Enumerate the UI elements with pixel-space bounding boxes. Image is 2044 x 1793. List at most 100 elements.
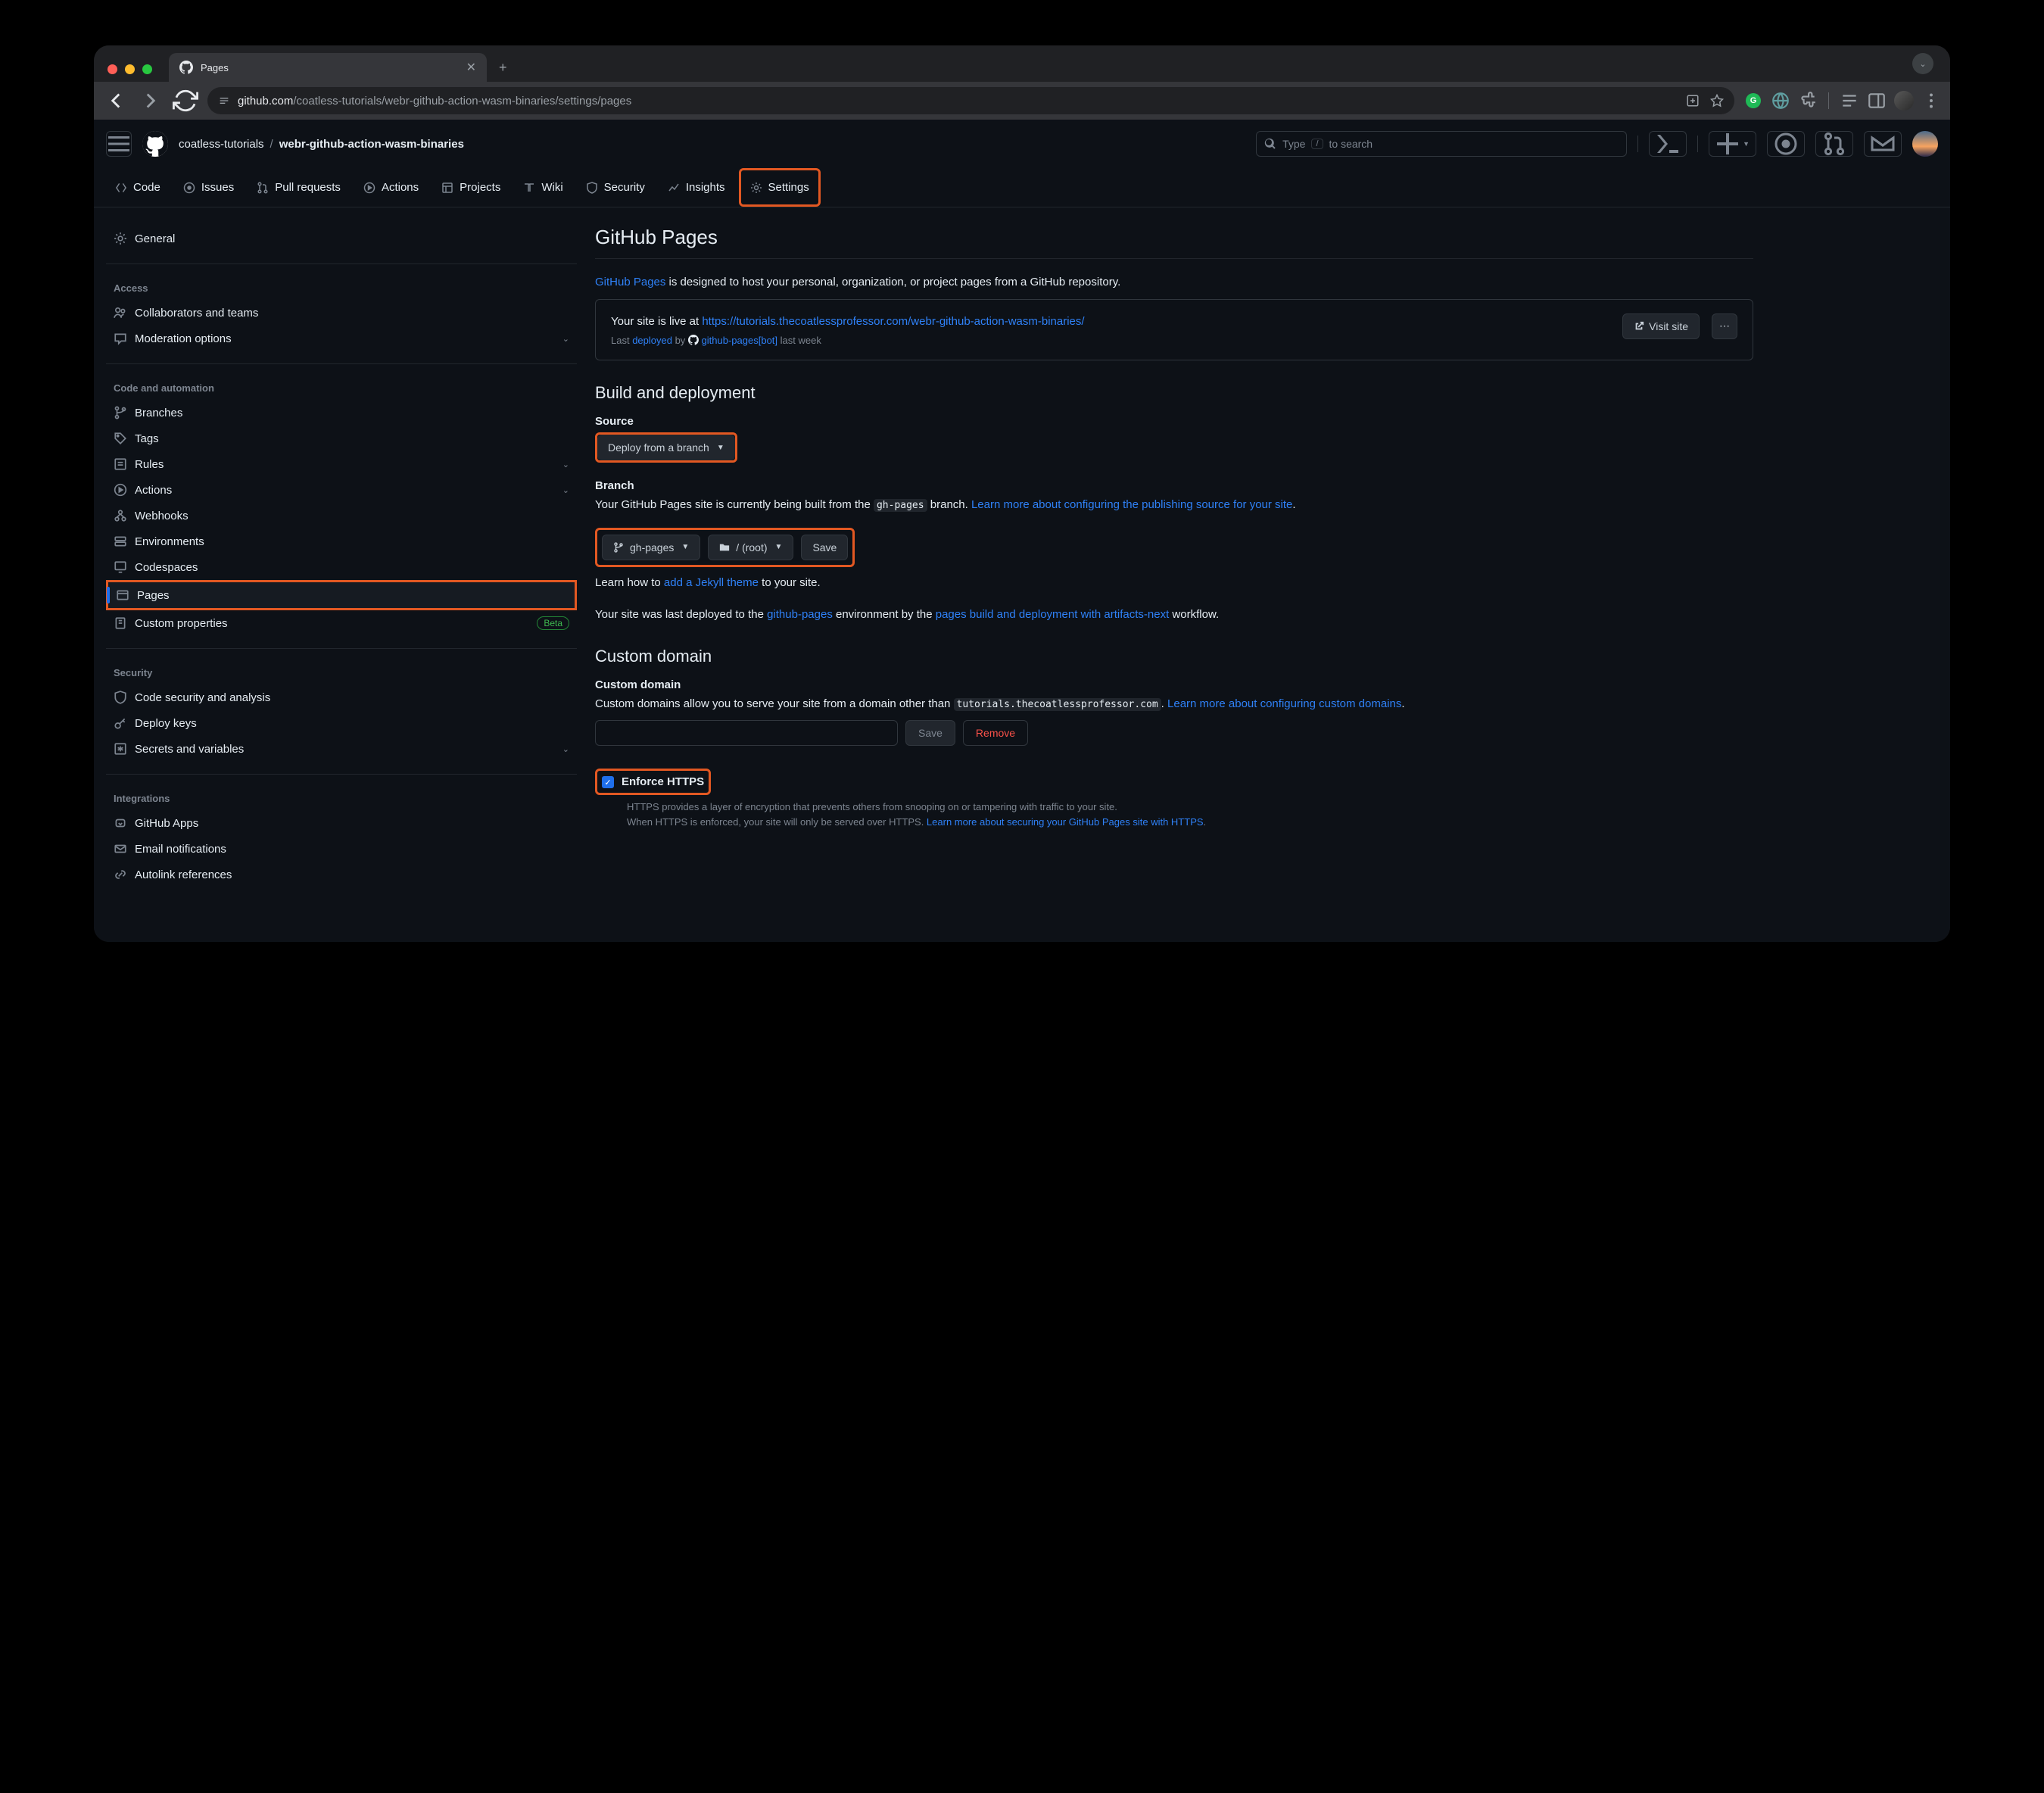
enforce-https-checkbox[interactable]: ✓ [602, 776, 614, 788]
branch-dropdown[interactable]: gh-pages ▼ [602, 535, 700, 560]
browser-tab-bar: Pages ✕ + ⌄ [94, 45, 1950, 82]
sidebar-item-collaborators[interactable]: Collaborators and teams [106, 300, 577, 326]
sidebar-item-general[interactable]: General [106, 226, 577, 251]
deployed-link[interactable]: deployed [632, 335, 672, 346]
browser-window: Pages ✕ + ⌄ github.com/coatless-tutorial… [94, 45, 1950, 942]
sidebar-item-environments[interactable]: Environments [106, 529, 577, 554]
tab-settings[interactable]: Settings [739, 168, 821, 207]
forward-button[interactable] [138, 88, 164, 114]
domain-remove-button[interactable]: Remove [963, 720, 1028, 746]
visit-site-button[interactable]: Visit site [1622, 313, 1700, 339]
tab-security[interactable]: Security [577, 168, 654, 207]
sidebar-item-moderation[interactable]: Moderation options⌄ [106, 326, 577, 351]
reading-list-icon[interactable] [1840, 91, 1859, 111]
sidebar-item-codespaces[interactable]: Codespaces [106, 554, 577, 580]
url-field[interactable]: github.com/coatless-tutorials/webr-githu… [207, 87, 1734, 114]
gear-icon [114, 232, 127, 245]
install-app-icon[interactable] [1686, 94, 1700, 108]
workflow-link[interactable]: pages build and deployment with artifact… [936, 608, 1170, 621]
tab-actions[interactable]: Actions [354, 168, 428, 207]
issues-button[interactable] [1767, 131, 1805, 157]
sidebar-item-email-notifications[interactable]: Email notifications [106, 836, 577, 862]
hamburger-menu-button[interactable] [106, 131, 132, 157]
https-help-text: HTTPS provides a layer of encryption tha… [595, 800, 1753, 829]
sidebar-item-pages[interactable]: Pages [106, 580, 577, 610]
window-maximize-button[interactable] [142, 64, 152, 74]
github-pages-link[interactable]: GitHub Pages [595, 276, 665, 288]
sidebar-item-github-apps[interactable]: GitHub Apps [106, 810, 577, 836]
breadcrumb-repo[interactable]: webr-github-action-wasm-binaries [279, 138, 464, 151]
tab-insights[interactable]: Insights [659, 168, 734, 207]
sidebar-item-branches[interactable]: Branches [106, 400, 577, 426]
pull-requests-button[interactable] [1815, 131, 1853, 157]
sidebar-item-actions[interactable]: Actions⌄ [106, 477, 577, 503]
extensions-menu-icon[interactable] [1798, 91, 1818, 111]
site-settings-icon[interactable] [218, 95, 230, 107]
tabs-dropdown[interactable]: ⌄ [1912, 53, 1941, 82]
extension-globe-icon[interactable] [1771, 91, 1790, 111]
custom-domain-learn-link[interactable]: Learn more about configuring custom doma… [1167, 697, 1401, 710]
create-new-dropdown[interactable]: ▼ [1709, 131, 1756, 157]
branch-label: Branch [595, 479, 1753, 492]
github-page: coatless-tutorials / webr-github-action-… [94, 120, 1950, 942]
jekyll-theme-link[interactable]: add a Jekyll theme [664, 576, 759, 589]
search-input[interactable]: Type / to search [1256, 131, 1627, 157]
tab-code[interactable]: Code [106, 168, 170, 207]
domain-save-button[interactable]: Save [905, 720, 955, 746]
github-logo-icon[interactable] [142, 131, 168, 157]
reload-button[interactable] [173, 88, 198, 114]
live-site-link[interactable]: https://tutorials.thecoatlessprofessor.c… [702, 315, 1084, 328]
custom-domain-input[interactable] [595, 720, 898, 746]
window-minimize-button[interactable] [125, 64, 135, 74]
deployed-by-link[interactable]: github-pages[bot] [702, 335, 777, 346]
enforce-https-label[interactable]: Enforce HTTPS [622, 775, 704, 788]
code-icon [115, 182, 127, 194]
browser-tab[interactable]: Pages ✕ [169, 53, 487, 82]
settings-sidebar: General Access Collaborators and teams M… [106, 226, 577, 912]
branch-learn-more-link[interactable]: Learn more about configuring the publish… [971, 498, 1292, 511]
tab-issues[interactable]: Issues [174, 168, 243, 207]
sidebar-item-webhooks[interactable]: Webhooks [106, 503, 577, 529]
caret-down-icon: ▼ [717, 444, 724, 452]
browser-menu-icon[interactable] [1921, 91, 1941, 111]
site-actions-menu[interactable]: ⋯ [1712, 313, 1737, 339]
shield-icon [586, 182, 598, 194]
deployment-status: Your site was last deployed to the githu… [595, 607, 1753, 624]
extension-grammarly-icon[interactable]: G [1743, 91, 1763, 111]
https-learn-more-link[interactable]: Learn more about securing your GitHub Pa… [927, 816, 1204, 828]
tab-pull-requests[interactable]: Pull requests [248, 168, 350, 207]
command-palette-button[interactable] [1649, 131, 1687, 157]
pull-request-icon [257, 182, 269, 194]
codespaces-icon [114, 560, 127, 574]
tab-close-icon[interactable]: ✕ [466, 60, 476, 75]
profile-avatar[interactable] [1894, 91, 1914, 111]
source-dropdown[interactable]: Deploy from a branch ▼ [597, 435, 735, 460]
github-favicon-icon [179, 61, 193, 74]
user-avatar[interactable] [1912, 131, 1938, 157]
bookmark-star-icon[interactable] [1710, 94, 1724, 108]
sidebar-heading-automation: Code and automation [106, 376, 577, 400]
window-close-button[interactable] [107, 64, 117, 74]
tab-wiki[interactable]: Wiki [514, 168, 572, 207]
jekyll-hint: Learn how to add a Jekyll theme to your … [595, 575, 1753, 592]
sidebar-item-code-security[interactable]: Code security and analysis [106, 684, 577, 710]
notifications-button[interactable] [1864, 131, 1902, 157]
breadcrumb-owner[interactable]: coatless-tutorials [179, 138, 264, 151]
side-panel-icon[interactable] [1867, 91, 1887, 111]
sidebar-item-secrets[interactable]: Secrets and variables⌄ [106, 736, 577, 762]
webhook-icon [114, 509, 127, 522]
sidebar-item-deploy-keys[interactable]: Deploy keys [106, 710, 577, 736]
rules-icon [114, 457, 127, 471]
folder-dropdown[interactable]: / (root) ▼ [708, 535, 793, 560]
new-tab-button[interactable]: + [494, 60, 515, 82]
sidebar-item-rules[interactable]: Rules⌄ [106, 451, 577, 477]
sidebar-item-autolink[interactable]: Autolink references [106, 862, 577, 887]
back-button[interactable] [103, 88, 129, 114]
comment-icon [114, 332, 127, 345]
server-icon [114, 535, 127, 548]
environment-link[interactable]: github-pages [767, 608, 833, 621]
sidebar-item-custom-properties[interactable]: Custom propertiesBeta [106, 610, 577, 636]
branch-save-button[interactable]: Save [801, 535, 848, 560]
tab-projects[interactable]: Projects [432, 168, 509, 207]
sidebar-item-tags[interactable]: Tags [106, 426, 577, 451]
